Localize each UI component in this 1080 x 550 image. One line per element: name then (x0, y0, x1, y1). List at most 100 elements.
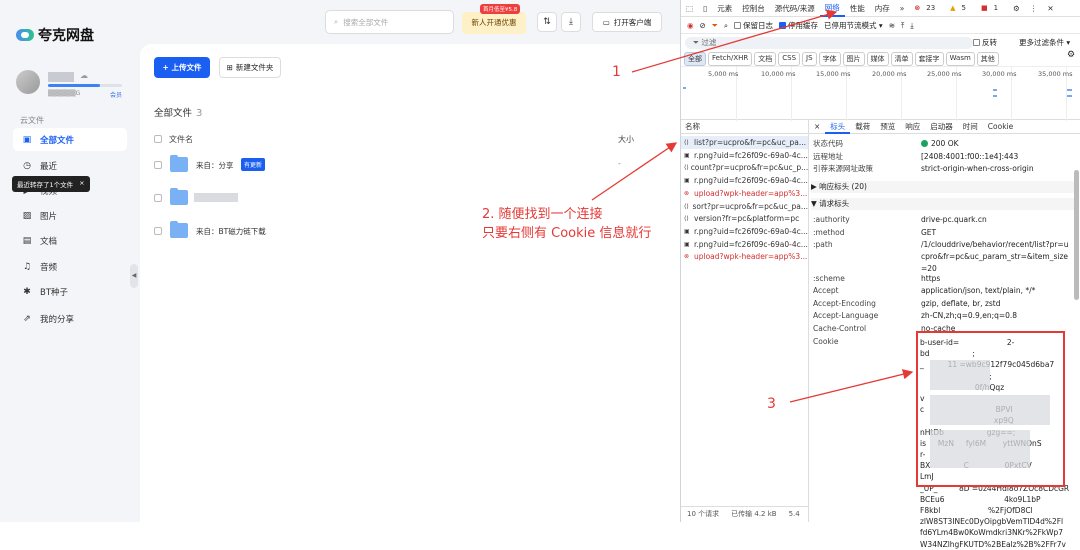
invert-checkbox[interactable]: 反转 (973, 37, 997, 48)
open-client-button[interactable]: ▭ 打开客户端 (592, 12, 662, 32)
chip-css[interactable]: CSS (778, 52, 801, 66)
request-row[interactable]: ▣ r.png?uid=fc26f09c-69a0-4c... (681, 174, 808, 187)
chip-fetch-xhr[interactable]: Fetch/XHR (708, 52, 753, 66)
row-checkbox[interactable] (154, 194, 162, 202)
tab-timing[interactable]: 时间 (958, 120, 983, 134)
tab-sources[interactable]: 源代码/来源 (770, 3, 820, 14)
avatar[interactable] (16, 70, 40, 94)
record-icon[interactable]: ◉ (687, 21, 694, 30)
network-status-bar: 10 个请求 已传输 4.2 kB 5.4 (681, 506, 808, 522)
row-checkbox[interactable] (154, 227, 162, 235)
request-row[interactable]: ⟨⟩ count?pr=ucpro&fr=pc&uc_p... (681, 161, 808, 174)
request-row[interactable]: ⟨⟩ list?pr=ucpro&fr=pc&uc_pa... (681, 136, 808, 149)
tab-cookie[interactable]: Cookie (983, 120, 1018, 134)
request-headers-toggle[interactable]: ▼ 请求标头 (811, 198, 1079, 210)
updated-badge: 有更新 (241, 158, 266, 171)
search-input[interactable]: ⌕ 搜索全部文件 (325, 10, 454, 34)
request-row[interactable]: ⊗ upload?wpk-header=app%3... (681, 187, 808, 200)
cloud-logo-icon (16, 29, 34, 41)
chip-img[interactable]: 图片 (842, 52, 865, 66)
device-toggle-icon[interactable]: ▯ (698, 4, 712, 13)
col-size-header[interactable]: 大小 (618, 134, 634, 145)
nav-recent[interactable]: ◷ 最近 (13, 154, 127, 177)
chip-wasm[interactable]: Wasm (945, 52, 975, 66)
throttling-select[interactable]: 已停用节流模式 ▾ (824, 20, 883, 31)
request-row[interactable]: ▣ r.png?uid=fc26f09c-69a0-4c... (681, 149, 808, 162)
app-logo[interactable]: 夸克网盘 (16, 25, 94, 45)
request-row[interactable]: ⟨⟩ version?fr=pc&platform=pc (681, 212, 808, 225)
tab-preview[interactable]: 预览 (875, 120, 900, 134)
annotation-1: 1 (612, 64, 621, 80)
wifi-icon[interactable]: ≋ (889, 21, 895, 30)
inspect-icon[interactable]: ⬚ (681, 4, 698, 13)
pane-divider[interactable] (808, 120, 809, 522)
more-filters-dropdown[interactable]: 更多过滤条件 ▾ (1019, 37, 1070, 48)
chip-manifest[interactable]: 清单 (890, 52, 913, 66)
nav-audio[interactable]: ♫ 音频 (13, 255, 127, 278)
tab-response[interactable]: 响应 (900, 120, 925, 134)
response-headers-toggle[interactable]: ▶ 响应标头 (20) (811, 181, 1079, 193)
new-folder-button[interactable]: ⊞ 新建文件夹 (219, 57, 281, 78)
settings-gear-icon[interactable]: ⚙ (1008, 4, 1025, 13)
chip-all[interactable]: 全部 (684, 52, 706, 66)
chip-js[interactable]: JS (802, 52, 817, 66)
quota-member-link[interactable]: 会员 (110, 90, 122, 99)
nav-all-files[interactable]: ▣ 全部文件 (13, 128, 127, 151)
tab-performance[interactable]: 性能 (845, 3, 870, 14)
error-badge[interactable]: ⊗ 23 (909, 4, 945, 12)
filter-funnel-icon[interactable]: ⏷ (712, 21, 718, 31)
upload-har-icon[interactable]: ⤒ (901, 21, 904, 31)
nav-bt[interactable]: ✱ BT种子 (13, 280, 127, 303)
tab-memory[interactable]: 内存 (870, 3, 895, 14)
transfer-upload-icon[interactable]: ⇅ (537, 12, 557, 32)
more-tabs-icon[interactable]: » (895, 4, 910, 13)
request-row[interactable]: ▣ r.png?uid=fc26f09c-69a0-4c... (681, 225, 808, 238)
issues-badge[interactable]: ■ 1 (976, 4, 1008, 12)
chip-media[interactable]: 媒体 (866, 52, 889, 66)
warning-badge[interactable]: ▲ 5 (945, 4, 976, 12)
preserve-log-checkbox[interactable]: 保留日志 (734, 20, 773, 31)
col-name-header[interactable]: 文件名 (169, 134, 193, 145)
nav-documents[interactable]: ▤ 文档 (13, 229, 127, 252)
tab-payload[interactable]: 载荷 (850, 120, 875, 134)
file-panel (140, 44, 680, 522)
close-detail-icon[interactable]: × (809, 120, 825, 134)
download-har-icon[interactable]: ⤓ (910, 21, 913, 31)
detail-scrollbar[interactable] (1074, 170, 1079, 300)
download-icon[interactable]: ⤓ (561, 12, 581, 32)
table-row[interactable]: 来自：分享 有更新 - (154, 151, 654, 179)
tab-elements[interactable]: 元素 (712, 3, 737, 14)
network-settings-icon[interactable]: ⚙ (1067, 50, 1075, 60)
status-ok-icon (921, 140, 928, 147)
nav-images[interactable]: ▨ 图片 (13, 204, 127, 227)
select-all-checkbox[interactable] (154, 135, 162, 143)
search-icon[interactable]: ⌕ (724, 21, 728, 31)
row-checkbox[interactable] (154, 161, 162, 169)
chip-socket[interactable]: 套接字 (914, 52, 944, 66)
request-row[interactable]: ⊗ upload?wpk-header=app%3... (681, 250, 808, 263)
chip-doc[interactable]: 文档 (754, 52, 777, 66)
error-icon: ⊗ (684, 253, 690, 261)
tab-network[interactable]: 网络 (819, 0, 845, 17)
chip-other[interactable]: 其他 (976, 52, 999, 66)
image-icon: ▣ (684, 151, 690, 159)
nav-my-shares[interactable]: ⇗ 我的分享 (13, 307, 127, 330)
request-row[interactable]: ▣ r.png?uid=fc26f09c-69a0-4c... (681, 238, 808, 251)
chip-font[interactable]: 字体 (818, 52, 841, 66)
close-icon[interactable]: ✕ (1042, 4, 1058, 13)
filter-input[interactable]: ⏷ 过滤 (685, 37, 973, 49)
tab-console[interactable]: 控制台 (737, 3, 770, 14)
tab-headers[interactable]: 标头 (825, 120, 851, 134)
kebab-menu-icon[interactable]: ⋮ (1025, 4, 1043, 13)
request-list-header[interactable]: 名称 (681, 120, 808, 134)
network-timeline[interactable]: 5,000 ms 10,000 ms 15,000 ms 20,000 ms 2… (681, 66, 1080, 121)
tab-initiator[interactable]: 启动器 (925, 120, 958, 134)
upload-button[interactable]: + 上传文件 (154, 57, 210, 78)
request-row[interactable]: ⟨⟩ sort?pr=ucpro&fr=pc&uc_pa... (681, 200, 808, 213)
close-icon[interactable]: × (79, 179, 84, 189)
quark-app: 夸克网盘 ☁ ▒▒▒▒▒▒G 会员 云文件 ▣ 全部文件 ◷ 最近 ▶ 视频 ▨… (0, 0, 680, 522)
sidebar-collapse-handle[interactable]: ◀ (130, 264, 138, 288)
disable-cache-checkbox[interactable]: 停用缓存 (779, 20, 818, 31)
promo-button[interactable]: 新人开通优惠 (462, 12, 526, 34)
clear-icon[interactable]: ⊘ (700, 21, 706, 30)
